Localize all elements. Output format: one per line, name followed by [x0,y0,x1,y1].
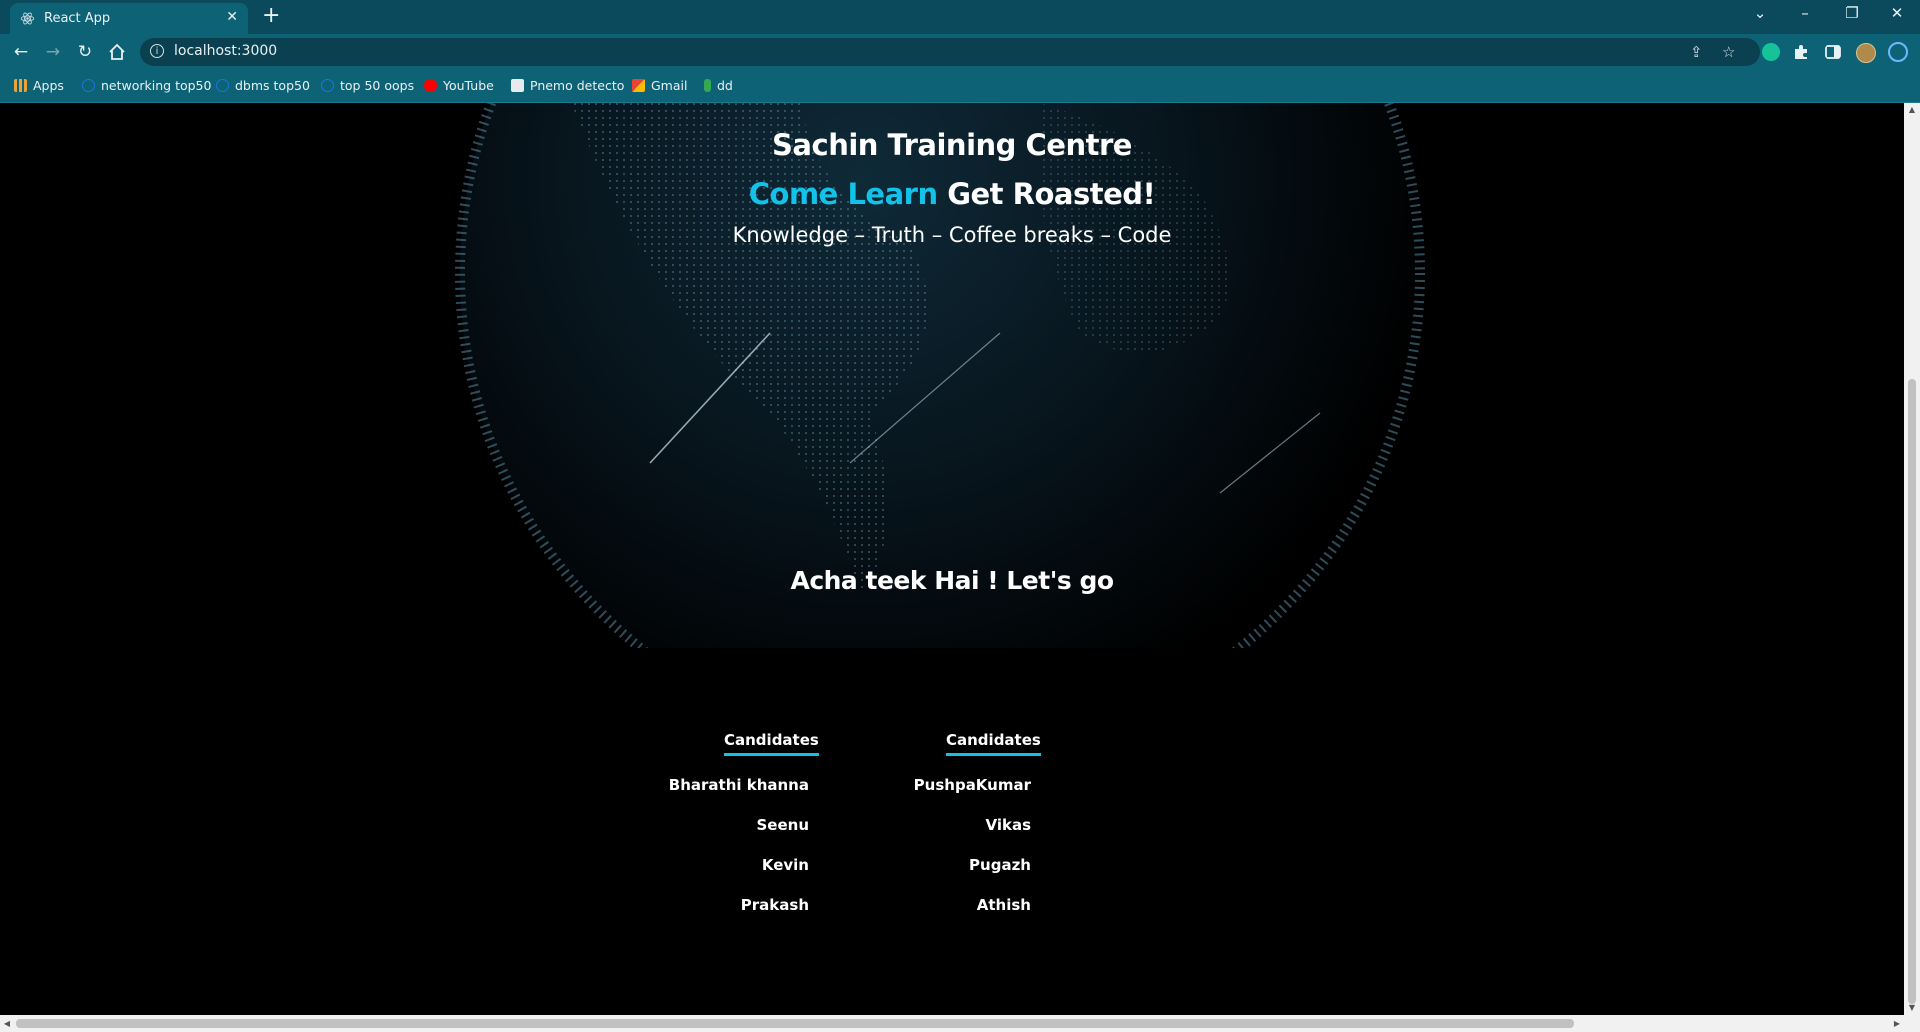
reload-icon[interactable]: ↻ [74,41,96,63]
react-logo-icon [20,12,35,25]
side-panel-icon[interactable] [1824,43,1842,61]
bookmark-apps[interactable]: Apps [14,78,64,93]
list-item: Athish [976,896,1031,914]
close-window-button[interactable]: ✕ [1877,4,1917,22]
globe-icon [82,79,95,92]
vertical-scrollbar[interactable]: ▲ ▼ [1904,103,1920,1015]
globe-icon [321,79,334,92]
browser-toolbar: ← → ↻ i localhost:3000 ⇪ ☆ [0,34,1920,70]
column-heading: Candidates [946,731,1041,756]
bookmark-networking-top50[interactable]: networking top50 [82,78,211,93]
list-item: Kevin [761,856,809,874]
scroll-up-arrow-icon[interactable]: ▲ [1904,103,1920,117]
list-item: Prakash [740,896,809,914]
list-item: Bharathi khanna [668,776,809,794]
document-icon [511,79,524,92]
scroll-left-arrow-icon[interactable]: ◀ [0,1015,14,1032]
scroll-down-arrow-icon[interactable]: ▼ [1904,1001,1920,1015]
grammarly-extension-icon[interactable] [1762,43,1780,61]
g-letter-icon [704,79,711,92]
youtube-icon [424,79,437,92]
share-icon[interactable]: ⇪ [1690,43,1703,61]
browser-tab[interactable]: React App ✕ [10,3,248,34]
horizontal-scroll-thumb[interactable] [16,1019,1574,1028]
restore-button[interactable]: ❐ [1832,4,1872,22]
gmail-icon [632,79,645,92]
back-arrow-icon[interactable]: ← [10,41,32,63]
apps-grid-icon [14,79,27,92]
tagline: Come Learn Get Roasted! [0,177,1904,211]
tab-close-icon[interactable]: ✕ [226,9,238,25]
bookmark-dbms-top50[interactable]: dbms top50 [216,78,310,93]
globe-icon [216,79,229,92]
url-text[interactable]: localhost:3000 [174,43,277,59]
extensions-puzzle-icon[interactable] [1792,43,1810,61]
forward-arrow-icon[interactable]: → [42,41,64,63]
minimize-button[interactable]: – [1785,4,1825,22]
tagline-rest: Get Roasted! [937,177,1156,211]
site-title: Sachin Training Centre [772,128,1132,162]
bookmark-pnemo-detecto[interactable]: Pnemo detecto [511,78,624,93]
tagline-accent: Come Learn [748,177,938,211]
browser-tab-bar: React App ✕ + ⌄ – ❐ ✕ [0,0,1920,34]
bookmarks-bar: Apps networking top50 dbms top50 top 50 … [0,70,1920,103]
bookmark-dd[interactable]: dd [704,78,733,93]
horizontal-scrollbar[interactable]: ◀ ▶ [0,1015,1920,1032]
column-heading: Candidates [724,731,819,756]
tab-title: React App [44,11,111,26]
new-tab-button[interactable]: + [262,4,280,28]
site-info-icon[interactable]: i [150,44,164,58]
list-item: PushpaKumar [913,776,1031,794]
bookmark-gmail[interactable]: Gmail [632,78,687,93]
browser-menu-icon[interactable] [1888,42,1908,62]
bookmark-top-50-oops[interactable]: top 50 oops [321,78,414,93]
vertical-scroll-thumb[interactable] [1908,379,1916,1004]
hero-section: Sachin Training Centre Come Learn Get Ro… [0,103,1904,648]
bookmark-star-icon[interactable]: ☆ [1722,43,1735,61]
profile-avatar[interactable] [1856,43,1876,63]
list-item: Vikas [985,816,1031,834]
cta-link[interactable]: Acha teek Hai ! Let's go [0,566,1904,595]
scroll-right-arrow-icon[interactable]: ▶ [1890,1015,1904,1032]
tab-search-button[interactable]: ⌄ [1740,4,1780,22]
home-icon[interactable] [106,41,128,63]
bookmark-youtube[interactable]: YouTube [424,78,494,93]
list-item: Pugazh [969,856,1031,874]
list-item: Seenu [756,816,809,834]
subtitle: Knowledge – Truth – Coffee breaks – Code [732,223,1172,247]
address-bar[interactable]: i localhost:3000 ⇪ ☆ [140,38,1760,66]
page-content: Sachin Training Centre Come Learn Get Ro… [0,103,1904,1015]
